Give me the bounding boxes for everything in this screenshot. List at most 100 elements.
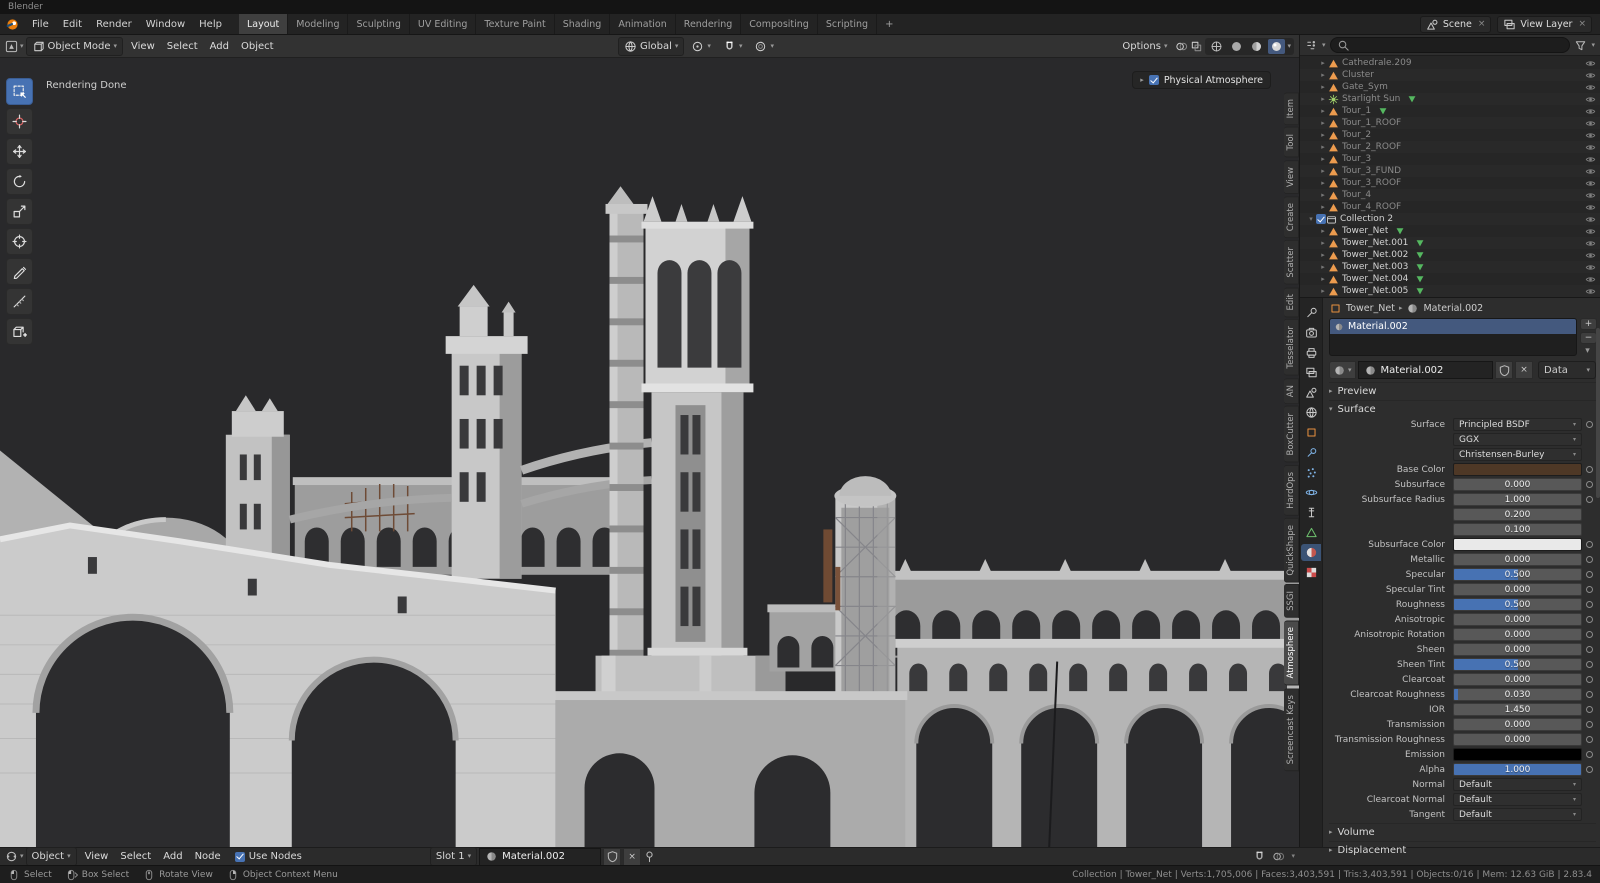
hide-toggle-eye-icon[interactable]	[1585, 70, 1596, 81]
prop-slider-specular-tint[interactable]: 0.000	[1453, 583, 1582, 596]
disclosure-triangle[interactable]: ▸	[1318, 249, 1328, 261]
decorator-dot[interactable]	[1582, 706, 1596, 713]
sidebar-tab-create[interactable]: Create	[1284, 196, 1299, 239]
use-nodes-checkbox[interactable]	[234, 851, 245, 862]
prop-color-base-color[interactable]	[1453, 463, 1582, 476]
hide-toggle-eye-icon[interactable]	[1585, 142, 1596, 153]
decorator-dot[interactable]	[1582, 661, 1596, 668]
sidebar-tab-atmosphere[interactable]: Atmosphere	[1284, 620, 1299, 686]
disclosure-triangle[interactable]: ▸	[1318, 117, 1328, 129]
prop-slider-alpha[interactable]: 1.000	[1453, 763, 1582, 776]
hide-toggle-eye-icon[interactable]	[1585, 154, 1596, 165]
view-layer-selector[interactable]: View Layer ×	[1497, 15, 1592, 33]
prop-slider-roughness[interactable]: 0.500	[1453, 598, 1582, 611]
material-slot-list[interactable]: Material.002	[1329, 318, 1577, 356]
fake-user-button[interactable]	[603, 847, 622, 866]
3d-viewport[interactable]: Rendering Done ▸ Physical Atmosphere Ite…	[0, 58, 1299, 847]
tool-scale-button[interactable]	[6, 198, 33, 225]
chevron-right-icon[interactable]: ▸	[1140, 76, 1144, 84]
viewport-render[interactable]	[0, 58, 1299, 847]
disclosure-triangle[interactable]: ▸	[1318, 141, 1328, 153]
close-icon[interactable]: ×	[1578, 19, 1586, 29]
disclosure-triangle[interactable]: ▸	[1318, 285, 1328, 297]
sidebar-tab-boxcutter[interactable]: BoxCutter	[1284, 406, 1299, 463]
decorator-dot[interactable]	[1582, 721, 1596, 728]
breadcrumb-object[interactable]: Tower_Net	[1346, 303, 1395, 314]
properties-tab-view-layer[interactable]	[1301, 364, 1321, 381]
remove-slot-button[interactable]: −	[1580, 332, 1597, 344]
hide-toggle-eye-icon[interactable]	[1585, 178, 1596, 189]
editor-type-icon[interactable]	[5, 850, 18, 863]
properties-tab-object[interactable]	[1301, 424, 1321, 441]
material-slot-material-002[interactable]: Material.002	[1330, 319, 1576, 334]
decorator-dot[interactable]	[1582, 421, 1596, 428]
hide-toggle-eye-icon[interactable]	[1585, 274, 1596, 285]
material-selector[interactable]: Material.002	[479, 847, 602, 866]
workspace-tab-layout[interactable]: Layout	[238, 14, 289, 34]
decorator-dot[interactable]	[1582, 586, 1596, 593]
breadcrumb-material[interactable]: Material.002	[1423, 303, 1483, 314]
decorator-dot[interactable]	[1582, 496, 1596, 503]
prop-slider-transmission[interactable]: 0.000	[1453, 718, 1582, 731]
properties-tab-texture[interactable]	[1301, 564, 1321, 581]
use-nodes-toggle[interactable]: Use Nodes	[229, 851, 308, 862]
mode-dropdown[interactable]: Object Mode ▾	[25, 36, 124, 56]
prop-color-emission[interactable]	[1453, 748, 1582, 761]
hide-toggle-eye-icon[interactable]	[1585, 286, 1596, 297]
pivot-point-dropdown[interactable]: ▾	[686, 38, 716, 55]
magnet-icon[interactable]	[1253, 850, 1266, 863]
hide-toggle-eye-icon[interactable]	[1585, 226, 1596, 237]
decorator-dot[interactable]	[1582, 481, 1596, 488]
workspace-tab-texture-paint[interactable]: Texture Paint	[476, 14, 555, 34]
outliner-item-tower-net-001[interactable]: ▸ Tower_Net.001	[1300, 237, 1600, 249]
workspace-tab-compositing[interactable]: Compositing	[741, 14, 818, 34]
sidebar-tab-screencast-keys[interactable]: Screencast Keys	[1284, 687, 1299, 772]
properties-tab-render[interactable]	[1301, 324, 1321, 341]
tool-select-box-button[interactable]	[6, 78, 33, 105]
disclosure-triangle[interactable]: ▸	[1318, 225, 1328, 237]
tool-add-cube-button[interactable]	[6, 318, 33, 345]
properties-tab-data[interactable]	[1301, 524, 1321, 541]
decorator-dot[interactable]	[1582, 631, 1596, 638]
xray-toggle-icon[interactable]	[1190, 40, 1203, 53]
tool-measure-button[interactable]	[6, 288, 33, 315]
prop-slider-sheen[interactable]: 0.000	[1453, 643, 1582, 656]
prop-color-subsurface-color[interactable]	[1453, 538, 1582, 551]
decorator-dot[interactable]	[1582, 691, 1596, 698]
outliner-item-tower-net-004[interactable]: ▸ Tower_Net.004	[1300, 273, 1600, 285]
outliner-item-cluster[interactable]: ▸ Cluster	[1300, 69, 1600, 81]
transform-orientation-dropdown[interactable]: Global ▾	[618, 36, 685, 56]
disclosure-triangle[interactable]: ▸	[1318, 165, 1328, 177]
scene-selector[interactable]: Scene ×	[1419, 15, 1492, 33]
outliner-item-tour-1[interactable]: ▸ Tour_1	[1300, 105, 1600, 117]
disclosure-triangle[interactable]: ▸	[1318, 201, 1328, 213]
menu-help[interactable]: Help	[192, 14, 229, 34]
proportional-editing-toggle[interactable]: ▾	[749, 38, 779, 55]
prop-value-field-0-200[interactable]: 0.200	[1453, 508, 1582, 521]
hide-toggle-eye-icon[interactable]	[1585, 238, 1596, 249]
decorator-dot[interactable]	[1582, 766, 1596, 773]
menu-render[interactable]: Render	[89, 14, 139, 34]
workspace-tab-sculpting[interactable]: Sculpting	[348, 14, 410, 34]
disclosure-triangle[interactable]: ▸	[1318, 129, 1328, 141]
hide-toggle-eye-icon[interactable]	[1585, 94, 1596, 105]
prop-slider-clearcoat[interactable]: 0.000	[1453, 673, 1582, 686]
properties-tab-modifiers[interactable]	[1301, 444, 1321, 461]
decorator-dot[interactable]	[1582, 601, 1596, 608]
outliner-item-tour-1-roof[interactable]: ▸ Tour_1_ROOF	[1300, 117, 1600, 129]
menu-file[interactable]: File	[25, 14, 56, 34]
disclosure-triangle[interactable]: ▸	[1318, 81, 1328, 93]
tool-cursor-button[interactable]	[6, 108, 33, 135]
outliner-item-tower-net[interactable]: ▸ Tower_Net	[1300, 225, 1600, 237]
hide-toggle-eye-icon[interactable]	[1585, 130, 1596, 141]
properties-tab-constraints[interactable]	[1301, 504, 1321, 521]
outliner-item-collection-2[interactable]: ▾ Collection 2	[1300, 213, 1600, 225]
outliner-item-tour-3-fund[interactable]: ▸ Tour_3_FUND	[1300, 165, 1600, 177]
prop-dropdown-christensen-burley[interactable]: Christensen-Burley ▾	[1453, 448, 1582, 461]
shader-menu-view[interactable]: View	[79, 851, 115, 862]
decorator-dot[interactable]	[1582, 751, 1596, 758]
snapping-toggle[interactable]: ▾	[718, 38, 748, 55]
decorator-dot[interactable]	[1582, 571, 1596, 578]
disclosure-triangle[interactable]: ▸	[1318, 69, 1328, 81]
disclosure-triangle[interactable]: ▸	[1318, 93, 1328, 105]
